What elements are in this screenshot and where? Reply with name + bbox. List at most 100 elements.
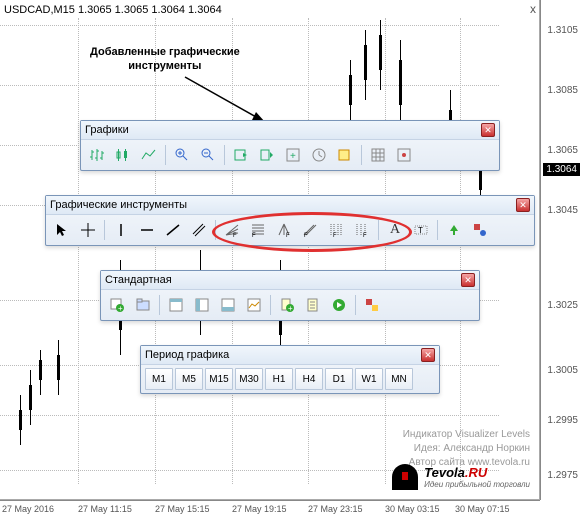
gridline bbox=[0, 25, 499, 26]
chart-shift-button[interactable] bbox=[255, 143, 279, 167]
y-axis: 1.3105 1.3085 1.3065 1.3064 1.3045 1.302… bbox=[540, 0, 580, 500]
divider bbox=[378, 220, 379, 240]
x-tick: 30 May 03:15 bbox=[385, 504, 440, 514]
close-icon[interactable]: ✕ bbox=[481, 123, 495, 137]
terminal-button[interactable] bbox=[216, 293, 240, 317]
trendline-button[interactable] bbox=[161, 218, 185, 242]
text-label-button[interactable]: T bbox=[409, 218, 433, 242]
navigator-button[interactable] bbox=[190, 293, 214, 317]
chart-props-button[interactable] bbox=[392, 143, 416, 167]
y-tick: 1.3105 bbox=[547, 25, 578, 36]
close-icon[interactable]: ✕ bbox=[421, 348, 435, 362]
logo-man-icon bbox=[392, 464, 418, 490]
toolbar-header[interactable]: Графические инструменты ✕ bbox=[46, 196, 534, 215]
period-toolbar-panel[interactable]: Период графика ✕ M1 M5 M15 M30 H1 H4 D1 … bbox=[140, 345, 440, 394]
x-tick: 27 May 23:15 bbox=[308, 504, 363, 514]
svg-text:+: + bbox=[118, 304, 123, 313]
drawing-tools-panel[interactable]: Графические инструменты ✕ F F F F F F A … bbox=[45, 195, 535, 246]
grid-button[interactable] bbox=[366, 143, 390, 167]
vline-button[interactable] bbox=[109, 218, 133, 242]
new-order-button[interactable]: + bbox=[275, 293, 299, 317]
toolbar-header[interactable]: Период графика ✕ bbox=[141, 346, 439, 365]
svg-text:F: F bbox=[304, 233, 308, 238]
new-chart-button[interactable]: + bbox=[105, 293, 129, 317]
annotation-label: Добавленные графические инструменты bbox=[90, 45, 240, 74]
arrows-button[interactable] bbox=[442, 218, 466, 242]
y-tick: 1.3045 bbox=[547, 205, 578, 216]
text-button[interactable]: A bbox=[383, 218, 407, 242]
profiles-button[interactable] bbox=[131, 293, 155, 317]
divider bbox=[355, 295, 356, 315]
toolbar-header[interactable]: Графики ✕ bbox=[81, 121, 499, 140]
equidistant-button[interactable] bbox=[187, 218, 211, 242]
candle bbox=[19, 410, 22, 430]
divider bbox=[224, 145, 225, 165]
y-tick: 1.3085 bbox=[547, 85, 578, 96]
toolbar-title: Период графика bbox=[145, 349, 229, 361]
logo-text: Tevola.RU bbox=[424, 465, 530, 480]
period-h1-button[interactable]: H1 bbox=[265, 368, 293, 390]
period-mn-button[interactable]: MN bbox=[385, 368, 413, 390]
auto-trading-button[interactable] bbox=[327, 293, 351, 317]
x-tick: 27 May 15:15 bbox=[155, 504, 210, 514]
templates-button[interactable] bbox=[333, 143, 357, 167]
toolbar-header[interactable]: Стандартная ✕ bbox=[101, 271, 479, 290]
market-watch-button[interactable] bbox=[164, 293, 188, 317]
toolbar-body: + + bbox=[101, 290, 479, 320]
zoom-in-button[interactable] bbox=[170, 143, 194, 167]
candle bbox=[349, 75, 352, 105]
charts-toolbar-panel[interactable]: Графики ✕ + bbox=[80, 120, 500, 171]
toolbar-body: F F F F F F A T bbox=[46, 215, 534, 245]
strategy-tester-button[interactable] bbox=[242, 293, 266, 317]
fibo-retracement-button[interactable]: F bbox=[246, 218, 270, 242]
close-icon[interactable]: ✕ bbox=[461, 273, 475, 287]
watermark-line: Индикатор Visualizer Levels bbox=[403, 429, 530, 440]
close-icon[interactable]: ✕ bbox=[516, 198, 530, 212]
zoom-out-button[interactable] bbox=[196, 143, 220, 167]
candlestick-chart-button[interactable] bbox=[111, 143, 135, 167]
auto-scroll-button[interactable] bbox=[229, 143, 253, 167]
divider bbox=[104, 220, 105, 240]
divider bbox=[437, 220, 438, 240]
meta-editor-button[interactable] bbox=[301, 293, 325, 317]
bar-chart-button[interactable] bbox=[85, 143, 109, 167]
gann-fan-button[interactable]: F bbox=[350, 218, 374, 242]
x-tick: 27 May 2016 bbox=[2, 504, 54, 514]
y-tick: 1.3005 bbox=[547, 365, 578, 376]
period-m30-button[interactable]: M30 bbox=[235, 368, 263, 390]
candle bbox=[39, 360, 42, 380]
options-button[interactable] bbox=[360, 293, 384, 317]
annotation-text: Добавленные графические bbox=[90, 46, 240, 58]
fibo-fan-button[interactable]: F bbox=[220, 218, 244, 242]
chart-tab-close[interactable]: x bbox=[526, 2, 540, 16]
period-h4-button[interactable]: H4 bbox=[295, 368, 323, 390]
crosshair-button[interactable] bbox=[76, 218, 100, 242]
period-m5-button[interactable]: M5 bbox=[175, 368, 203, 390]
period-m1-button[interactable]: M1 bbox=[145, 368, 173, 390]
period-w1-button[interactable]: W1 bbox=[355, 368, 383, 390]
line-chart-button[interactable] bbox=[137, 143, 161, 167]
y-tick: 1.2975 bbox=[547, 470, 578, 481]
standard-toolbar-panel[interactable]: Стандартная ✕ + + bbox=[100, 270, 480, 321]
fibo-arc-button[interactable]: F bbox=[272, 218, 296, 242]
chart-canvas[interactable]: USDCAD,M15 1.3065 1.3065 1.3064 1.3064 x bbox=[0, 0, 540, 500]
svg-text:+: + bbox=[288, 304, 293, 313]
y-tick: 1.3065 bbox=[547, 145, 578, 156]
period-d1-button[interactable]: D1 bbox=[325, 368, 353, 390]
candle bbox=[57, 355, 60, 380]
fibo-timezone-button[interactable]: F bbox=[298, 218, 322, 242]
indicators-button[interactable]: + bbox=[281, 143, 305, 167]
svg-text:F: F bbox=[363, 233, 367, 238]
candle bbox=[379, 35, 382, 70]
svg-text:T: T bbox=[418, 226, 423, 235]
period-m15-button[interactable]: M15 bbox=[205, 368, 233, 390]
cursor-button[interactable] bbox=[50, 218, 74, 242]
gridline bbox=[0, 85, 499, 86]
periods-button[interactable] bbox=[307, 143, 331, 167]
candle bbox=[364, 45, 367, 80]
gann-line-button[interactable]: F bbox=[324, 218, 348, 242]
divider bbox=[270, 295, 271, 315]
shapes-button[interactable] bbox=[468, 218, 492, 242]
divider bbox=[165, 145, 166, 165]
hline-button[interactable] bbox=[135, 218, 159, 242]
